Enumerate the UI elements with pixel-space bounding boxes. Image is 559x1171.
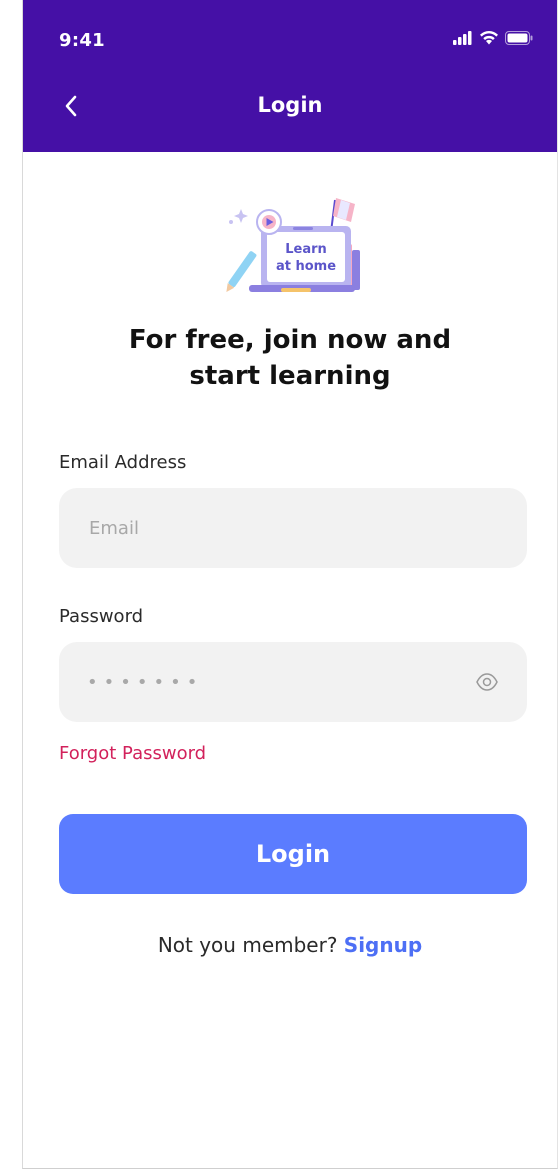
wifi-icon: [479, 30, 499, 49]
headline: For free, join now and start learning: [23, 322, 557, 394]
signup-prompt: Not you member?: [157, 933, 344, 957]
login-button[interactable]: Login: [59, 814, 527, 894]
password-field[interactable]: •••••••: [59, 642, 527, 722]
forgot-password-link[interactable]: Forgot Password: [59, 743, 206, 764]
email-field-container[interactable]: [59, 488, 527, 568]
signup-link[interactable]: Signup: [344, 933, 422, 957]
illustration-text-line2: at home: [276, 259, 336, 274]
headline-line-2: start learning: [189, 361, 391, 391]
signal-icon: [453, 30, 473, 49]
signup-row: Not you member? Signup: [23, 933, 557, 957]
phone-screen: 9:41 Login Learn at home For free, join …: [22, 0, 558, 1169]
battery-icon: [505, 30, 533, 49]
eye-icon[interactable]: [475, 670, 499, 694]
password-label: Password: [59, 606, 144, 627]
status-icons: [453, 28, 533, 50]
email-field[interactable]: [87, 516, 499, 540]
learn-at-home-illustration: Learn at home: [219, 192, 369, 296]
app-header: 9:41 Login: [23, 0, 557, 152]
email-label: Email Address: [59, 452, 187, 473]
page-title: Login: [257, 93, 323, 117]
illustration-text-line1: Learn: [285, 242, 327, 257]
password-masked-value: •••••••: [87, 671, 204, 693]
status-time: 9:41: [59, 30, 105, 51]
headline-line-1: For free, join now and: [128, 325, 452, 355]
